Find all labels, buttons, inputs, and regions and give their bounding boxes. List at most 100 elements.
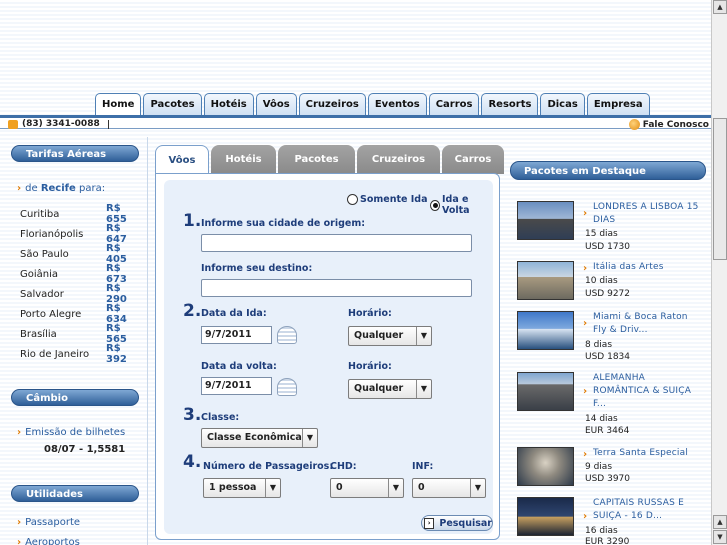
search-tab-carros[interactable]: Carros bbox=[442, 145, 504, 174]
fare-price: R$ 565 bbox=[106, 323, 127, 345]
package-title[interactable]: ALEMANHA ROMÂNTICA & SUIÇA F... bbox=[593, 372, 703, 411]
radio-oneway[interactable]: Somente Ida bbox=[347, 194, 428, 205]
search-tab-cruzeiros[interactable]: Cruzeiros bbox=[357, 145, 440, 174]
tab-pacotes[interactable]: Pacotes bbox=[143, 93, 202, 115]
origin-input[interactable] bbox=[201, 234, 472, 252]
package-price: USD 9272 bbox=[585, 289, 630, 299]
tab-dicas[interactable]: Dicas bbox=[540, 93, 585, 115]
arrow-right-icon: › bbox=[583, 263, 588, 274]
destination-label: Informe seu destino: bbox=[201, 263, 313, 274]
utility-label: Passaporte bbox=[25, 517, 81, 528]
step-number: 1. bbox=[183, 211, 202, 231]
step-number: 2. bbox=[183, 301, 202, 321]
package-days: 15 dias bbox=[585, 229, 618, 239]
chevron-down-icon: ▼ bbox=[302, 429, 317, 447]
arrow-right-icon: › bbox=[583, 318, 588, 329]
search-tab-pacotes[interactable]: Pacotes bbox=[278, 145, 355, 174]
fare-city: Curitiba bbox=[20, 208, 60, 220]
from-prefix: de bbox=[25, 183, 38, 194]
fare-city: Goiânia bbox=[20, 268, 59, 280]
class-select[interactable]: Classe Econômica ▼ bbox=[201, 428, 318, 448]
arrow-right-icon: › bbox=[17, 427, 22, 438]
scroll-thumb[interactable] bbox=[713, 118, 727, 260]
fare-row[interactable]: Goiânia R$ 673 bbox=[20, 263, 140, 285]
fare-price: R$ 290 bbox=[106, 283, 127, 305]
scroll-up-icon[interactable]: ▲ bbox=[713, 0, 727, 14]
arrow-right-icon: › bbox=[583, 511, 588, 522]
tab-home[interactable]: Home bbox=[95, 93, 142, 115]
tab-voos[interactable]: Vôos bbox=[255, 93, 297, 115]
depart-time-select[interactable]: Qualquer ▼ bbox=[348, 326, 432, 346]
fares-heading: Tarifas Aéreas bbox=[11, 145, 139, 162]
package-title[interactable]: Miami & Boca Raton Fly & Driv... bbox=[593, 311, 703, 337]
destination-input[interactable] bbox=[201, 279, 472, 297]
select-value: Qualquer bbox=[354, 330, 404, 341]
package-image[interactable] bbox=[517, 372, 574, 411]
tab-cruzeiros[interactable]: Cruzeiros bbox=[298, 93, 366, 115]
depart-date-input[interactable]: 9/7/2011 bbox=[201, 326, 272, 344]
tab-resorts[interactable]: Resorts bbox=[481, 93, 539, 115]
package-image[interactable] bbox=[517, 201, 574, 240]
return-time-select[interactable]: Qualquer ▼ bbox=[348, 379, 432, 399]
scroll-down-icon[interactable]: ▼ bbox=[713, 530, 727, 544]
info-bar: (83) 3341-0088 Fale Conosco bbox=[0, 115, 711, 130]
contact-label: Fale Conosco bbox=[642, 119, 709, 130]
class-label: Classe: bbox=[201, 412, 240, 423]
fare-row[interactable]: Salvador R$ 290 bbox=[20, 283, 140, 305]
package-title[interactable]: CAPITAIS RUSSAS E SUIÇA - 16 D... bbox=[593, 497, 703, 523]
package-days: 8 dias bbox=[585, 340, 613, 350]
utility-link-aeroportos[interactable]: › Aeroportos bbox=[17, 537, 80, 545]
tab-eventos[interactable]: Eventos bbox=[367, 93, 427, 115]
fare-row[interactable]: Rio de Janeiro R$ 392 bbox=[20, 343, 140, 365]
tab-empresa[interactable]: Empresa bbox=[586, 93, 650, 115]
fare-city: Brasília bbox=[20, 328, 57, 340]
calendar-icon[interactable] bbox=[277, 378, 297, 396]
fare-row[interactable]: Florianópolis R$ 647 bbox=[20, 223, 140, 245]
tab-hoteis[interactable]: Hotéis bbox=[203, 93, 254, 115]
package-image[interactable] bbox=[517, 497, 574, 536]
radio-roundtrip[interactable]: Ida e Volta bbox=[430, 194, 493, 216]
contact-link[interactable]: Fale Conosco bbox=[628, 119, 709, 130]
package-title[interactable]: Terra Santa Especial bbox=[593, 447, 703, 460]
arrow-right-icon: › bbox=[583, 386, 588, 397]
exchange-link-label: Emissão de bilhetes bbox=[25, 427, 126, 438]
tab-carros[interactable]: Carros bbox=[428, 93, 480, 115]
chd-select[interactable]: 0 ▼ bbox=[330, 478, 404, 498]
exchange-link[interactable]: › Emissão de bilhetes bbox=[17, 427, 125, 438]
phone-number: (83) 3341-0088 bbox=[22, 119, 100, 129]
radio-circle bbox=[347, 194, 358, 205]
search-tab-voos[interactable]: Vôos bbox=[155, 145, 209, 174]
calendar-icon[interactable] bbox=[277, 326, 297, 344]
chevron-down-icon: ▼ bbox=[416, 380, 431, 398]
scroll-up-icon[interactable]: ▲ bbox=[713, 515, 727, 529]
package-image[interactable] bbox=[517, 261, 574, 300]
select-value: Qualquer bbox=[354, 383, 404, 394]
fare-row[interactable]: Brasília R$ 565 bbox=[20, 323, 140, 345]
passengers-select[interactable]: 1 pessoa ▼ bbox=[203, 478, 281, 498]
package-image[interactable] bbox=[517, 447, 574, 486]
package-image[interactable] bbox=[517, 311, 574, 350]
return-time-label: Horário: bbox=[348, 361, 392, 372]
fare-row[interactable]: Porto Alegre R$ 634 bbox=[20, 303, 140, 325]
vertical-scrollbar[interactable]: ▲ ▲ ▼ bbox=[711, 0, 727, 545]
fare-row[interactable]: São Paulo R$ 405 bbox=[20, 243, 140, 265]
exchange-heading: Câmbio bbox=[11, 389, 139, 406]
package-title[interactable]: LONDRES A LISBOA 15 DIAS bbox=[593, 201, 703, 227]
fare-price: R$ 647 bbox=[106, 223, 127, 245]
fare-price: R$ 673 bbox=[106, 263, 127, 285]
exchange-rate: 08/07 - 1,5581 bbox=[44, 444, 126, 455]
package-price: USD 1834 bbox=[585, 352, 630, 362]
utility-link-passaporte[interactable]: › Passaporte bbox=[17, 517, 80, 528]
search-tab-hoteis[interactable]: Hotéis bbox=[211, 145, 276, 174]
fare-row[interactable]: Curitiba R$ 655 bbox=[20, 203, 140, 225]
fare-city: Salvador bbox=[20, 288, 64, 300]
inf-select[interactable]: 0 ▼ bbox=[412, 478, 486, 498]
origin-label: Informe sua cidade de origem: bbox=[201, 218, 366, 229]
fare-price: R$ 392 bbox=[106, 343, 127, 365]
from-city[interactable]: Recife bbox=[41, 183, 76, 194]
package-title[interactable]: Itália das Artes bbox=[593, 261, 703, 274]
fare-price: R$ 655 bbox=[106, 203, 127, 225]
return-date-input[interactable]: 9/7/2011 bbox=[201, 377, 272, 395]
fare-city: São Paulo bbox=[20, 248, 69, 260]
search-button[interactable]: › Pesquisar bbox=[421, 515, 493, 531]
